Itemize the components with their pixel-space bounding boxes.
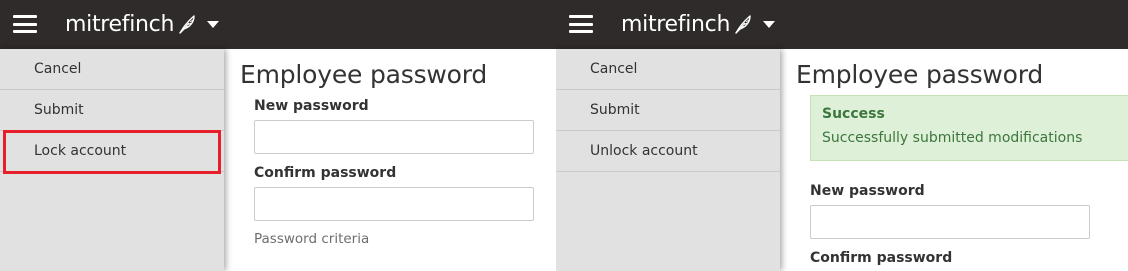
new-password-label: New password: [254, 98, 369, 114]
brand-menu[interactable]: mitrefinch: [621, 9, 776, 39]
hamburger-menu-icon[interactable]: [13, 15, 37, 33]
brand-name: mitrefinch: [621, 11, 731, 37]
new-password-input[interactable]: [254, 120, 534, 154]
page-title: Employee password: [796, 60, 1044, 89]
caret-down-icon: [763, 20, 776, 28]
cancel-menu-item[interactable]: Cancel: [0, 49, 224, 90]
left-panel: mitrefinch Cancel Submit Lock account Em…: [0, 0, 556, 271]
feather-icon: [179, 15, 195, 34]
new-password-input[interactable]: [810, 205, 1090, 239]
confirm-password-label: Confirm password: [810, 250, 953, 266]
confirm-password-input[interactable]: [254, 187, 534, 221]
submit-menu-item[interactable]: Submit: [556, 90, 780, 131]
confirm-password-label: Confirm password: [254, 165, 397, 181]
unlock-account-menu-item[interactable]: Unlock account: [556, 131, 780, 172]
caret-down-icon: [207, 20, 220, 28]
password-criteria-link[interactable]: Password criteria: [254, 231, 556, 247]
alert-message: Successfully submitted modifications: [822, 130, 1083, 146]
lock-account-menu-item[interactable]: Lock account: [0, 131, 224, 172]
right-panel: mitrefinch Cancel Submit Unlock account …: [556, 0, 1128, 271]
success-alert: Success Successfully submitted modificat…: [810, 95, 1128, 161]
submit-menu-item[interactable]: Submit: [0, 90, 224, 131]
top-bar: mitrefinch: [556, 0, 1128, 49]
new-password-label: New password: [810, 183, 925, 199]
top-bar: mitrefinch: [0, 0, 556, 49]
feather-icon: [735, 15, 751, 34]
action-sidebar: Cancel Submit Lock account: [0, 49, 224, 271]
hamburger-menu-icon[interactable]: [569, 15, 593, 33]
main-content: Employee password Success Successfully s…: [796, 49, 1128, 271]
password-form: New password Confirm password Password c…: [254, 98, 556, 247]
main-content: Employee password New password Confirm p…: [240, 49, 556, 271]
brand-name: mitrefinch: [65, 11, 175, 37]
alert-title: Success: [822, 106, 885, 122]
password-form: New password Confirm password: [810, 183, 1128, 266]
action-sidebar: Cancel Submit Unlock account: [556, 49, 780, 271]
page-title: Employee password: [240, 60, 488, 89]
cancel-menu-item[interactable]: Cancel: [556, 49, 780, 90]
brand-menu[interactable]: mitrefinch: [65, 9, 220, 39]
